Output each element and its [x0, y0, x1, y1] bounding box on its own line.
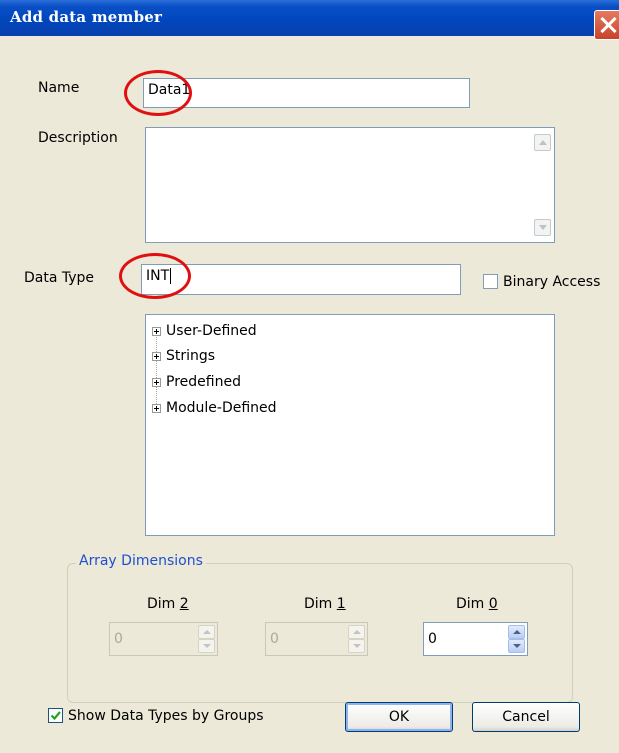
title-bar: Add data member [0, 0, 619, 40]
name-field[interactable]: Data1 [143, 78, 470, 108]
datatype-label: Data Type [24, 270, 95, 286]
expand-icon[interactable] [152, 352, 161, 361]
expand-icon[interactable] [152, 404, 161, 413]
datatype-field-value: INT [146, 268, 170, 284]
text-cursor [170, 268, 172, 284]
spin-up-icon[interactable] [508, 625, 525, 639]
name-field-value: Data1 [148, 82, 191, 98]
binary-access-label[interactable]: Binary Access [503, 274, 600, 290]
spin-up-icon [198, 625, 215, 639]
tree-connector [156, 334, 157, 408]
ok-button[interactable]: OK [345, 702, 453, 732]
spin-down-icon [198, 639, 215, 653]
window-title: Add data member [10, 8, 163, 26]
tree-item-label: Strings [166, 348, 216, 364]
scroll-up-icon[interactable] [534, 134, 551, 151]
binary-access-checkbox[interactable] [483, 274, 498, 289]
dim0-value[interactable]: 0 [428, 631, 437, 647]
dim0-stepper[interactable]: 0 [423, 622, 528, 656]
expand-icon[interactable] [152, 327, 161, 336]
dim1-label: Dim 1 [304, 596, 346, 612]
array-dimensions-legend: Array Dimensions [76, 553, 206, 569]
cancel-button[interactable]: Cancel [472, 702, 580, 732]
dim1-value: 0 [270, 631, 279, 647]
tree-item-label: Module-Defined [166, 400, 277, 416]
dim2-stepper: 0 [109, 622, 218, 656]
description-label: Description [38, 130, 118, 146]
dim2-value: 0 [114, 631, 123, 647]
spin-up-icon [348, 625, 365, 639]
dim0-label: Dim 0 [456, 596, 498, 612]
tree-item-label: User-Defined [166, 323, 257, 339]
tree-item-label: Predefined [166, 374, 241, 390]
scroll-down-icon[interactable] [534, 219, 551, 236]
dim1-stepper: 0 [265, 622, 368, 656]
name-label: Name [38, 80, 80, 96]
checkmark-icon [50, 711, 61, 721]
expand-icon[interactable] [152, 378, 161, 387]
datatype-field[interactable]: INT [141, 264, 461, 295]
dim2-label: Dim 2 [147, 596, 189, 612]
close-icon[interactable] [594, 10, 619, 40]
description-field[interactable] [145, 127, 555, 243]
show-groups-checkbox[interactable] [48, 708, 63, 723]
show-groups-label[interactable]: Show Data Types by Groups [68, 708, 264, 724]
spin-down-icon[interactable] [508, 639, 525, 653]
spin-down-icon [348, 639, 365, 653]
